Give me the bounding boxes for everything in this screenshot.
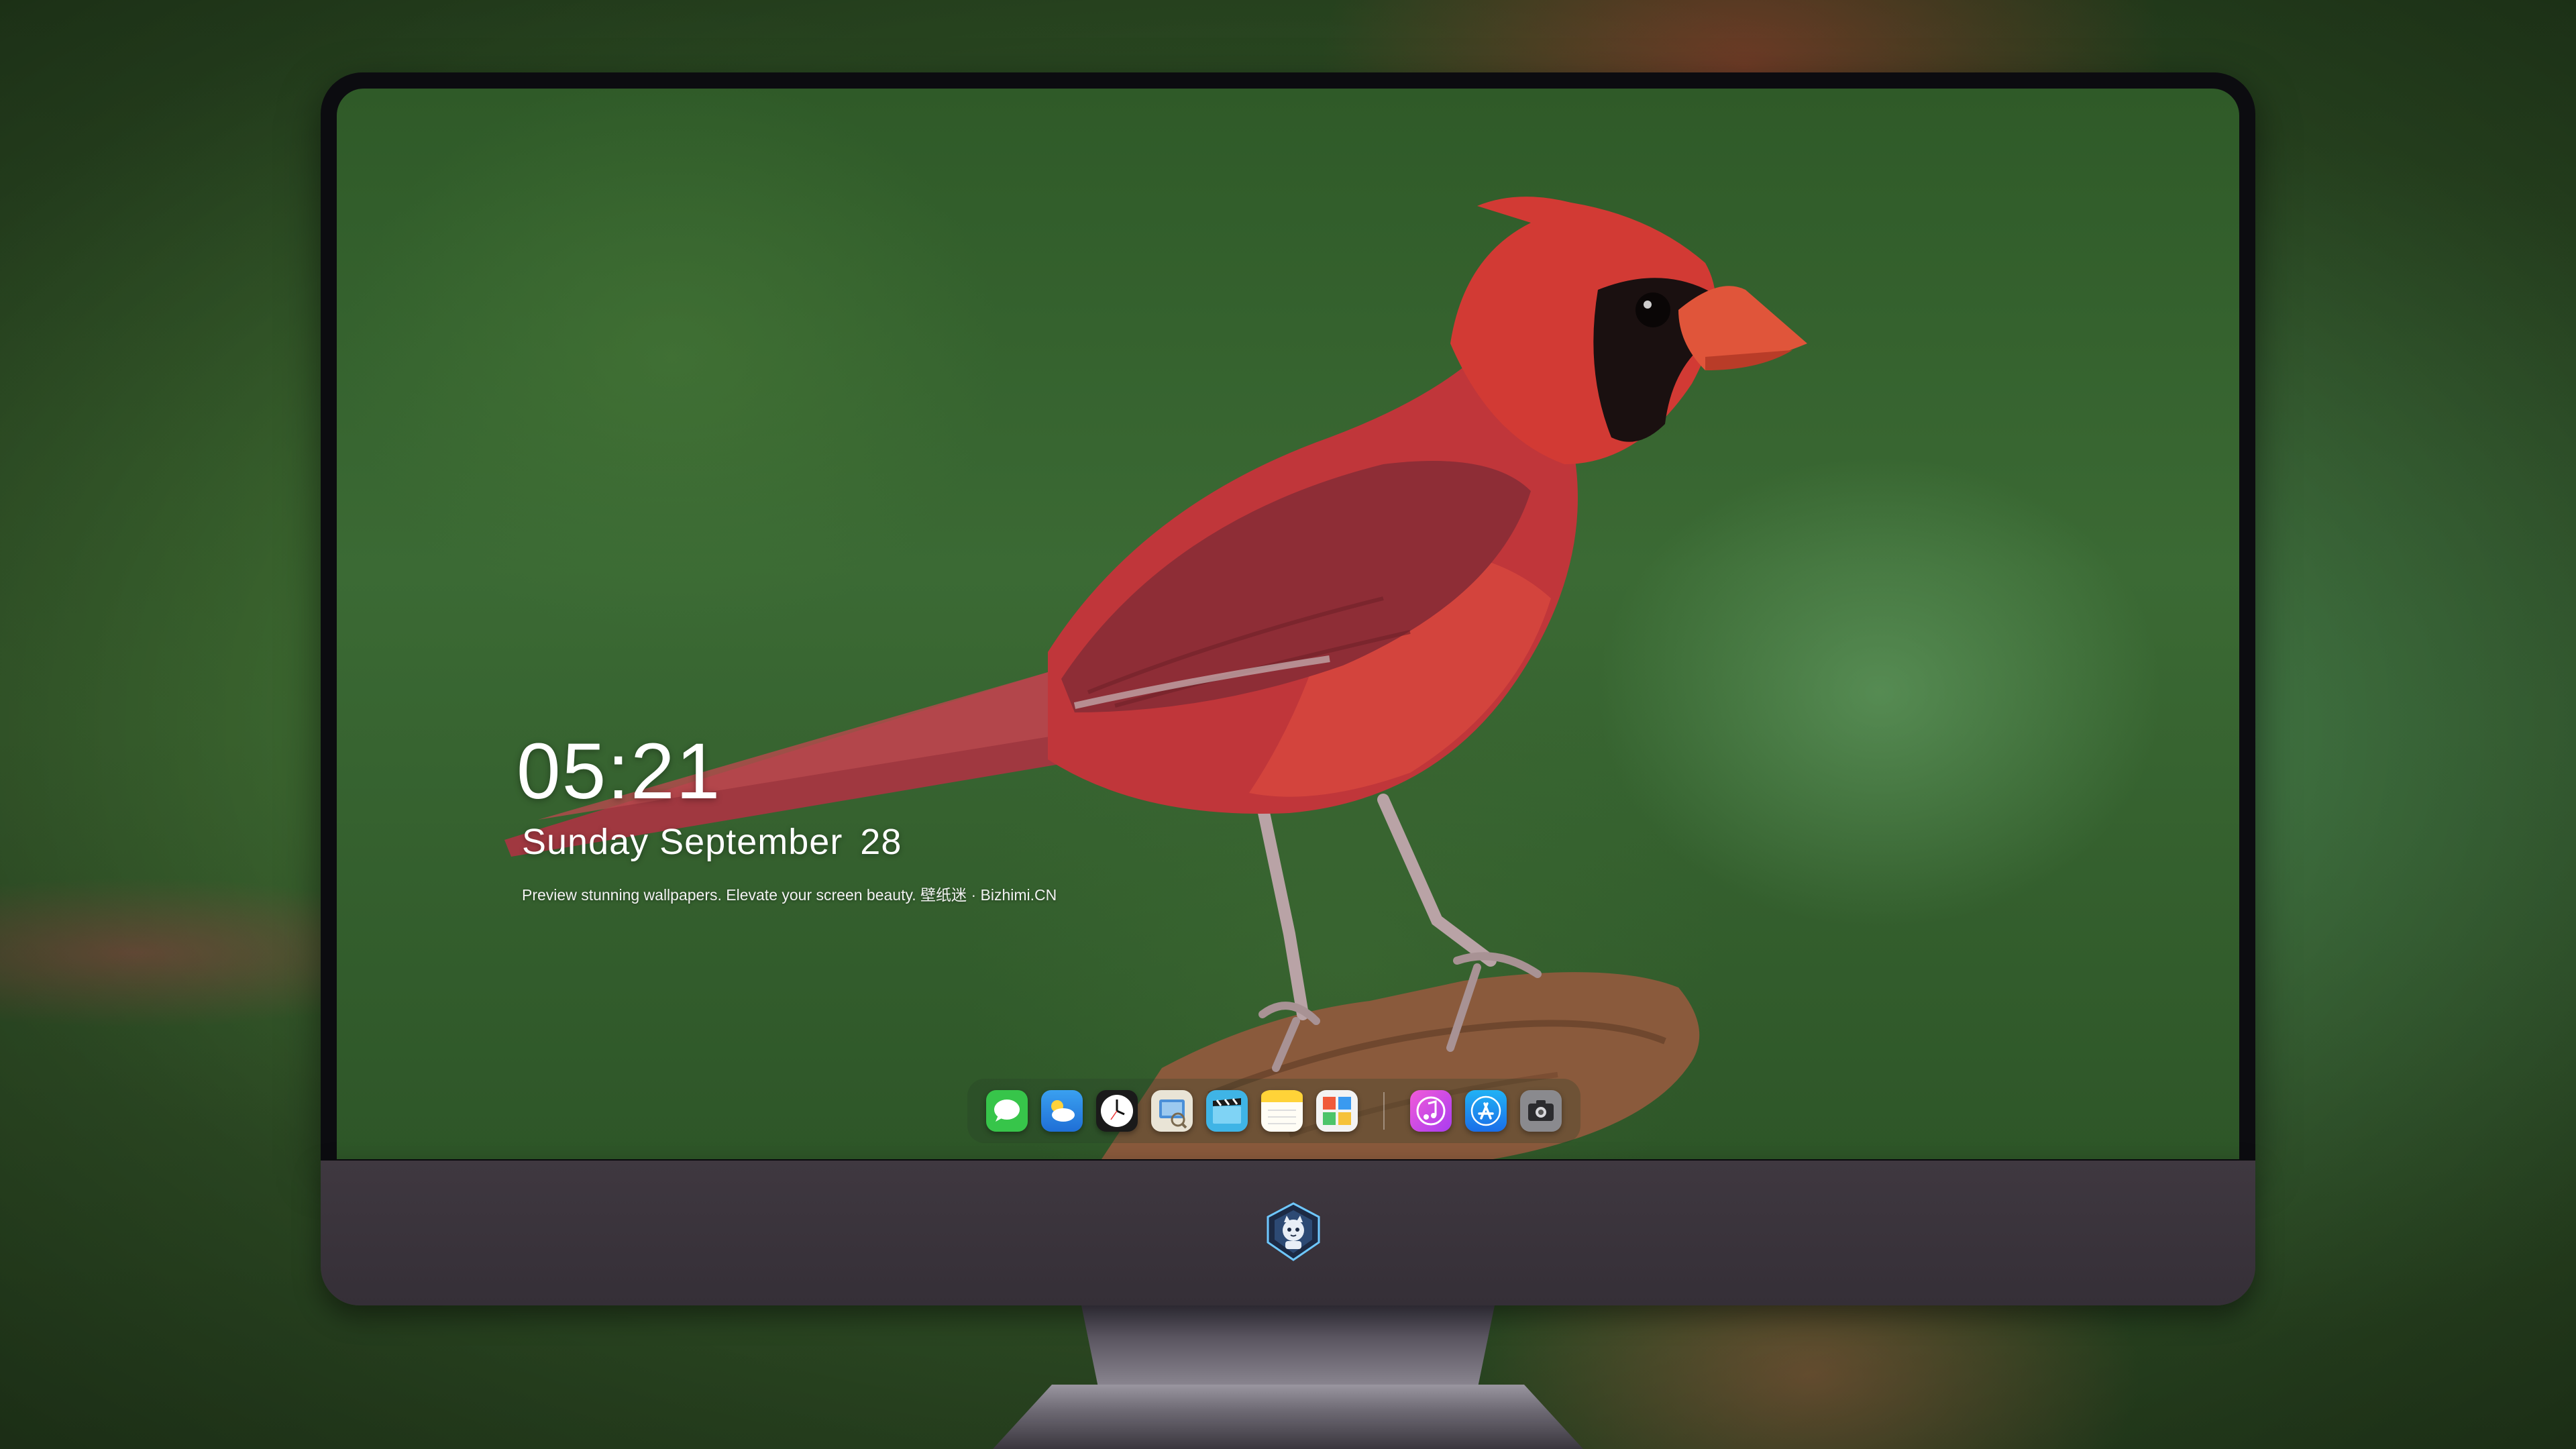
- clips-icon[interactable]: [1206, 1090, 1248, 1132]
- lock-clock: 05:21: [517, 727, 722, 816]
- dock: [967, 1079, 1580, 1143]
- weather-icon[interactable]: [1041, 1090, 1083, 1132]
- monitor-stand-base: [993, 1385, 1583, 1449]
- monitor-frame: 05:21 Sunday September 28 Preview stunnin…: [321, 72, 2255, 1161]
- monitor-chin: [321, 1161, 2255, 1305]
- clock-icon[interactable]: [1096, 1090, 1138, 1132]
- messages-icon[interactable]: [986, 1090, 1028, 1132]
- cardinal-wallpaper: [504, 197, 1807, 1159]
- desktop-scene: 05:21 Sunday September 28 Preview stunnin…: [0, 0, 2576, 1449]
- brand-logo-icon: [1267, 1202, 1320, 1261]
- lock-date-day: 28: [860, 822, 902, 862]
- preview-icon[interactable]: [1151, 1090, 1193, 1132]
- screenshot-icon[interactable]: [1520, 1090, 1562, 1132]
- notes-icon[interactable]: [1261, 1090, 1303, 1132]
- app-store-icon[interactable]: [1465, 1090, 1507, 1132]
- monitor-stand-neck: [1081, 1305, 1495, 1386]
- wallpaper-tagline: Preview stunning wallpapers. Elevate you…: [522, 886, 1057, 904]
- music-icon[interactable]: [1410, 1090, 1452, 1132]
- lock-date-weekday-month: Sunday September: [522, 822, 843, 862]
- photo-booth-icon[interactable]: [1316, 1090, 1358, 1132]
- dock-separator: [1383, 1092, 1385, 1130]
- lock-date: Sunday September 28: [522, 821, 902, 863]
- lock-screen[interactable]: 05:21 Sunday September 28 Preview stunnin…: [337, 89, 2239, 1159]
